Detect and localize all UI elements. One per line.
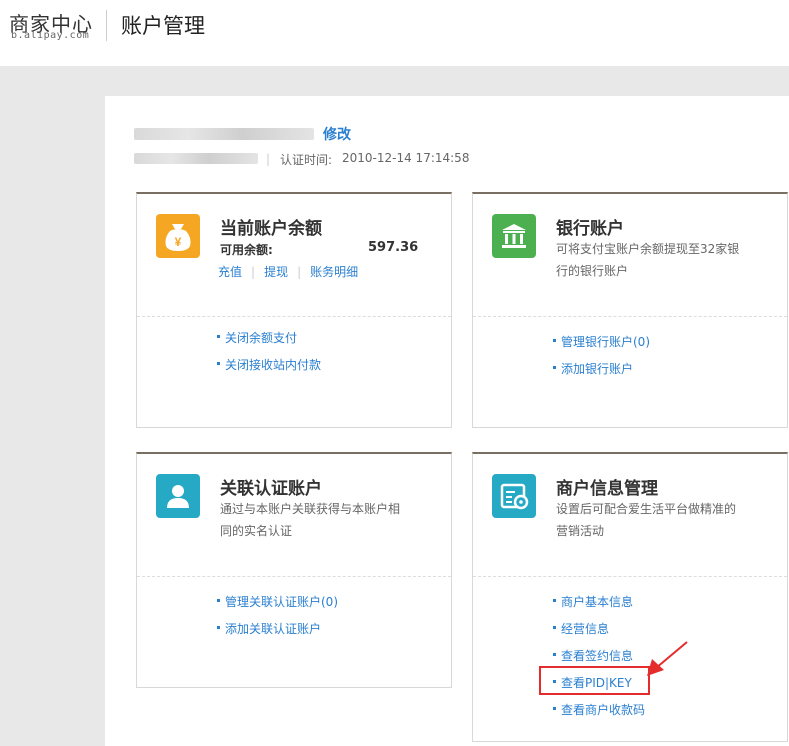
list-item: 经营信息	[553, 619, 645, 646]
money-bag-icon: ¥	[156, 214, 200, 258]
list-item: 添加关联认证账户	[217, 619, 338, 646]
close-site-payment-link[interactable]: 关闭接收站内付款	[225, 358, 321, 372]
bullet	[553, 339, 556, 342]
bullet	[553, 653, 556, 656]
settings-form-icon	[492, 474, 536, 518]
page-title: 账户管理	[121, 14, 205, 38]
action-separator: |	[297, 265, 302, 279]
view-payment-code-link[interactable]: 查看商户收款码	[561, 703, 645, 717]
add-linked-account-link[interactable]: 添加关联认证账户	[225, 622, 321, 636]
linked-account-card: 关联认证账户 通过与本账户关联获得与本账户相同的实名认证 管理关联认证账户(0)…	[136, 452, 452, 688]
bullet	[217, 626, 220, 629]
bullet	[217, 362, 220, 365]
action-separator: |	[251, 265, 256, 279]
logo-domain: b.alipay.com	[11, 30, 90, 41]
available-balance-amount: 597.36	[368, 240, 419, 255]
bullet	[553, 599, 556, 602]
balance-links: 关闭余额支付 关闭接收站内付款	[217, 328, 321, 382]
list-item: 管理关联认证账户(0)	[217, 592, 338, 619]
list-item: 关闭余额支付	[217, 328, 321, 355]
edit-account-link[interactable]: 修改	[323, 124, 351, 144]
list-item: 添加银行账户	[553, 359, 650, 386]
bullet	[217, 335, 220, 338]
balance-quick-actions: 充值 | 提现 | 账务明细	[218, 263, 358, 280]
redacted-account-name	[134, 128, 314, 140]
cert-time-label: 认证时间:	[280, 153, 333, 167]
linked-card-title: 关联认证账户	[220, 479, 322, 499]
available-balance-row: 可用余额: 597.36	[220, 240, 440, 258]
bank-card: 银行账户 可将支付宝账户余额提现至32家银行的银行账户 管理银行账户(0) 添加…	[472, 192, 788, 428]
card-divider	[137, 316, 451, 317]
top-header: 商家中心 b.alipay.com 账户管理	[0, 0, 789, 66]
view-contract-info-link[interactable]: 查看签约信息	[561, 649, 633, 663]
manage-linked-account-link[interactable]: 管理关联认证账户(0)	[225, 595, 338, 609]
merchant-links: 商户基本信息 经营信息 查看签约信息 查看PID|KEY 查看商户收款码	[553, 592, 645, 727]
linked-card-description: 通过与本账户关联获得与本账户相同的实名认证	[220, 502, 401, 538]
list-item: 商户基本信息	[553, 592, 645, 619]
merchant-basic-info-link[interactable]: 商户基本信息	[561, 595, 633, 609]
merchant-card-title: 商户信息管理	[556, 479, 658, 499]
pid-key-highlight-box	[539, 666, 650, 695]
svg-text:¥: ¥	[175, 235, 182, 249]
bullet	[553, 707, 556, 710]
user-icon	[156, 474, 200, 518]
list-item: 管理银行账户(0)	[553, 332, 650, 359]
bank-building-icon	[492, 214, 536, 258]
card-divider	[137, 576, 451, 577]
redacted-account-email	[134, 153, 258, 164]
card-divider	[473, 576, 787, 577]
list-item: 查看商户收款码	[553, 700, 645, 727]
add-bank-account-link[interactable]: 添加银行账户	[561, 362, 633, 376]
business-info-link[interactable]: 经营信息	[561, 622, 609, 636]
bank-card-description: 可将支付宝账户余额提现至32家银行的银行账户	[556, 242, 740, 278]
bullet	[217, 599, 220, 602]
header-divider	[106, 10, 107, 41]
list-item: 关闭接收站内付款	[217, 355, 321, 382]
balance-card-title: 当前账户余额	[220, 219, 322, 239]
info-separator: |	[266, 152, 271, 166]
bank-links: 管理银行账户(0) 添加银行账户	[553, 332, 650, 386]
available-balance-label: 可用余额:	[220, 243, 273, 257]
close-balance-pay-link[interactable]: 关闭余额支付	[225, 331, 297, 345]
statement-link[interactable]: 账务明细	[310, 265, 358, 279]
bullet	[553, 366, 556, 369]
balance-card: ¥ 当前账户余额 可用余额: 597.36 充值 | 提现 | 账务明细 关闭余额支付 …	[136, 192, 452, 428]
bullet	[553, 626, 556, 629]
cert-time-value: 2010-12-14 17:14:58	[342, 151, 470, 165]
linked-links: 管理关联认证账户(0) 添加关联认证账户	[217, 592, 338, 646]
recharge-link[interactable]: 充值	[218, 265, 242, 279]
withdraw-link[interactable]: 提现	[264, 265, 288, 279]
bank-card-title: 银行账户	[556, 219, 624, 239]
merchant-info-card: 商户信息管理 设置后可配合爱生活平台做精准的营销活动 商户基本信息 经营信息 查…	[472, 452, 788, 742]
card-divider	[473, 316, 787, 317]
manage-bank-account-link[interactable]: 管理银行账户(0)	[561, 335, 650, 349]
merchant-card-description: 设置后可配合爱生活平台做精准的营销活动	[556, 502, 737, 538]
